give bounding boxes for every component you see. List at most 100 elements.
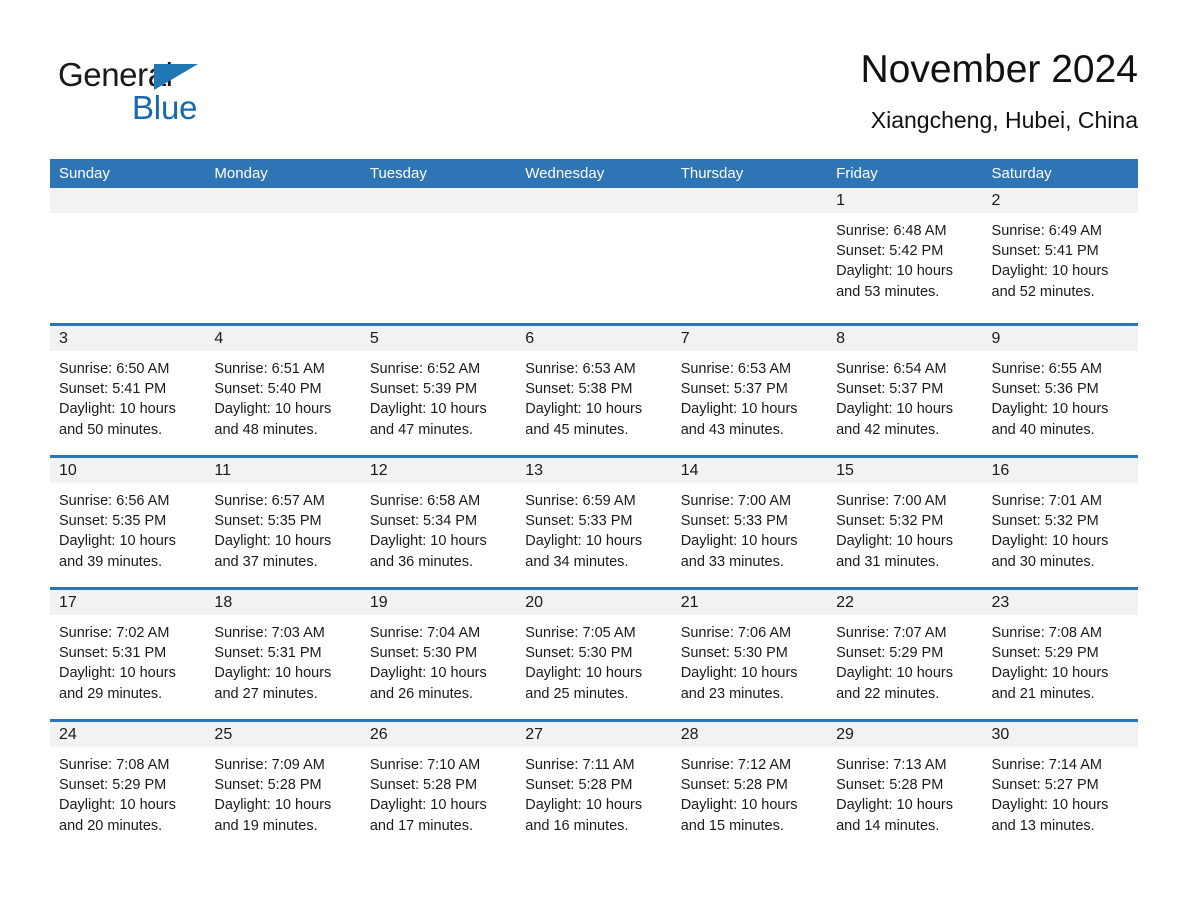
triangle-icon: [154, 64, 198, 90]
day-number: 16: [991, 462, 1010, 479]
day-number: 30: [991, 726, 1010, 743]
day-cell[interactable]: 17 Sunrise: 7:02 AM Sunset: 5:31 PM Dayligh…: [50, 590, 206, 719]
daylight-text-line1: Daylight: 10 hours: [836, 533, 953, 550]
daylight-text-line2: and 31 minutes.: [836, 553, 940, 570]
sunrise-text: Sunrise: 7:07 AM: [836, 625, 947, 641]
week-row: 10 Sunrise: 6:56 AM Sunset: 5:35 PM Dayligh…: [50, 455, 1138, 587]
day-cell[interactable]: 12 Sunrise: 6:58 AM Sunset: 5:34 PM Dayligh…: [360, 458, 517, 587]
day-number-band: [516, 188, 672, 213]
day-number: 9: [991, 330, 1001, 347]
day-cell[interactable]: 21 Sunrise: 7:06 AM Sunset: 5:30 PM Dayligh…: [671, 590, 828, 719]
day-cell[interactable]: 18 Sunrise: 7:03 AM Sunset: 5:31 PM Dayligh…: [205, 590, 361, 719]
day-cell-empty: [671, 188, 828, 323]
day-cell[interactable]: 24 Sunrise: 7:08 AM Sunset: 5:29 PM Dayligh…: [50, 722, 206, 851]
day-info: Sunrise: 7:13 AM Sunset: 5:28 PM Daylight:…: [827, 747, 982, 836]
day-cell[interactable]: 6 Sunrise: 6:53 AM Sunset: 5:38 PM Daylight…: [516, 326, 672, 455]
day-cell[interactable]: 5 Sunrise: 6:52 AM Sunset: 5:39 PM Daylight…: [360, 326, 517, 455]
day-cell[interactable]: 30 Sunrise: 7:14 AM Sunset: 5:27 PM Dayligh…: [982, 722, 1138, 851]
sunrise-text: Sunrise: 7:10 AM: [369, 757, 481, 773]
day-number-band: 28: [671, 722, 828, 747]
day-cell[interactable]: 4 Sunrise: 6:51 AM Sunset: 5:40 PM Daylight…: [205, 326, 361, 455]
sunset-text: Sunset: 5:37 PM: [836, 381, 944, 398]
day-number: 23: [991, 594, 1010, 611]
day-cell[interactable]: 7 Sunrise: 6:53 AM Sunset: 5:37 PM Daylight…: [671, 326, 828, 455]
daylight-text-line2: and 23 minutes.: [680, 685, 784, 702]
day-info: Sunrise: 6:56 AM Sunset: 5:35 PM Daylight:…: [50, 483, 205, 572]
day-cell[interactable]: 2 Sunrise: 6:49 AM Sunset: 5:41 PM Daylight…: [982, 188, 1138, 323]
day-cell[interactable]: 27 Sunrise: 7:11 AM Sunset: 5:28 PM Dayligh…: [516, 722, 672, 851]
sunset-text: Sunset: 5:29 PM: [59, 777, 167, 794]
sunrise-text: Sunrise: 7:00 AM: [836, 493, 947, 509]
sunrise-text: Sunrise: 6:48 AM: [836, 223, 947, 239]
sunrise-text: Sunrise: 6:57 AM: [214, 493, 325, 509]
day-cell[interactable]: 16 Sunrise: 7:01 AM Sunset: 5:32 PM Dayligh…: [982, 458, 1138, 587]
dow-monday: Monday: [214, 165, 268, 182]
general-blue-logo[interactable]: General Blue: [58, 56, 278, 132]
day-number-band: 5: [360, 326, 517, 351]
day-number-band: [360, 188, 517, 213]
day-cell[interactable]: 29 Sunrise: 7:13 AM Sunset: 5:28 PM Dayligh…: [827, 722, 983, 851]
day-info: Sunrise: 6:54 AM Sunset: 5:37 PM Daylight:…: [827, 351, 982, 440]
day-info: Sunrise: 7:03 AM Sunset: 5:31 PM Daylight:…: [205, 615, 360, 704]
sunrise-text: Sunrise: 7:06 AM: [680, 625, 792, 641]
day-info: Sunrise: 6:51 AM Sunset: 5:40 PM Daylight:…: [205, 351, 360, 440]
daylight-text-line2: and 40 minutes.: [991, 421, 1095, 438]
day-number-band: 29: [827, 722, 983, 747]
sunset-text: Sunset: 5:31 PM: [59, 645, 167, 662]
daylight-text-line2: and 26 minutes.: [369, 685, 474, 702]
sunrise-text: Sunrise: 6:49 AM: [991, 223, 1102, 239]
day-number-band: 17: [50, 590, 206, 615]
day-cell[interactable]: 25 Sunrise: 7:09 AM Sunset: 5:28 PM Dayligh…: [205, 722, 361, 851]
sunrise-text: Sunrise: 6:54 AM: [836, 361, 947, 377]
day-number-band: 2: [982, 188, 1138, 213]
sunrise-text: Sunrise: 7:11 AM: [525, 757, 635, 773]
day-cell[interactable]: 14 Sunrise: 7:00 AM Sunset: 5:33 PM Dayligh…: [671, 458, 828, 587]
day-cell[interactable]: 9 Sunrise: 6:55 AM Sunset: 5:36 PM Daylight…: [982, 326, 1138, 455]
day-number-band: [50, 188, 206, 213]
sunset-text: Sunset: 5:35 PM: [214, 513, 322, 530]
day-cell[interactable]: 26 Sunrise: 7:10 AM Sunset: 5:28 PM Dayligh…: [360, 722, 517, 851]
day-cell[interactable]: 3 Sunrise: 6:50 AM Sunset: 5:41 PM Daylight…: [50, 326, 206, 455]
day-number-band: 27: [516, 722, 672, 747]
calendar-grid: Sunday Monday Tuesday Wednesday Thursday…: [50, 159, 1138, 851]
sunrise-text: Sunrise: 7:08 AM: [991, 625, 1102, 641]
day-cell[interactable]: 8 Sunrise: 6:54 AM Sunset: 5:37 PM Daylight…: [827, 326, 983, 455]
day-number: 10: [59, 462, 77, 479]
sunset-text: Sunset: 5:32 PM: [836, 513, 944, 530]
day-cell[interactable]: 19 Sunrise: 7:04 AM Sunset: 5:30 PM Dayligh…: [360, 590, 517, 719]
day-cell[interactable]: 11 Sunrise: 6:57 AM Sunset: 5:35 PM Dayligh…: [205, 458, 361, 587]
sunset-text: Sunset: 5:40 PM: [214, 381, 322, 398]
day-info: Sunrise: 7:07 AM Sunset: 5:29 PM Daylight:…: [827, 615, 982, 704]
page-header: General Blue November 2024 Xiangcheng, H…: [50, 46, 1138, 146]
sunset-text: Sunset: 5:28 PM: [836, 777, 944, 794]
day-cell[interactable]: 1 Sunrise: 6:48 AM Sunset: 5:42 PM Daylight…: [827, 188, 983, 323]
sunset-text: Sunset: 5:36 PM: [991, 381, 1099, 398]
day-info: Sunrise: 7:05 AM Sunset: 5:30 PM Daylight:…: [516, 615, 671, 704]
day-cell[interactable]: 13 Sunrise: 6:59 AM Sunset: 5:33 PM Dayligh…: [516, 458, 672, 587]
day-info: Sunrise: 6:52 AM Sunset: 5:39 PM Daylight:…: [361, 351, 516, 440]
day-cell[interactable]: 20 Sunrise: 7:05 AM Sunset: 5:30 PM Dayligh…: [516, 590, 672, 719]
day-cell[interactable]: 28 Sunrise: 7:12 AM Sunset: 5:28 PM Dayligh…: [671, 722, 828, 851]
daylight-text-line1: Daylight: 10 hours: [525, 665, 643, 682]
day-cell[interactable]: 15 Sunrise: 7:00 AM Sunset: 5:32 PM Dayligh…: [827, 458, 983, 587]
sunset-text: Sunset: 5:41 PM: [991, 243, 1099, 260]
day-cell[interactable]: 10 Sunrise: 6:56 AM Sunset: 5:35 PM Dayligh…: [50, 458, 206, 587]
sunset-text: Sunset: 5:28 PM: [214, 777, 322, 794]
day-number-band: 7: [671, 326, 828, 351]
daylight-text-line2: and 22 minutes.: [836, 685, 940, 702]
day-info: Sunrise: 6:53 AM Sunset: 5:38 PM Daylight:…: [516, 351, 671, 440]
daylight-text-line2: and 36 minutes.: [369, 553, 474, 570]
day-cell[interactable]: 22 Sunrise: 7:07 AM Sunset: 5:29 PM Dayligh…: [827, 590, 983, 719]
day-number-band: 3: [50, 326, 206, 351]
day-info: Sunrise: 6:58 AM Sunset: 5:34 PM Daylight:…: [361, 483, 516, 572]
sunset-text: Sunset: 5:28 PM: [680, 777, 788, 794]
day-number: 18: [214, 594, 233, 611]
sunset-text: Sunset: 5:34 PM: [369, 513, 478, 530]
daylight-text-line2: and 43 minutes.: [680, 421, 784, 438]
sunrise-text: Sunrise: 6:55 AM: [991, 361, 1102, 377]
daylight-text-line1: Daylight: 10 hours: [369, 401, 487, 418]
daylight-text-line1: Daylight: 10 hours: [369, 797, 487, 814]
day-number: 2: [991, 192, 1001, 209]
day-cell[interactable]: 23 Sunrise: 7:08 AM Sunset: 5:29 PM Dayligh…: [982, 590, 1138, 719]
sunset-text: Sunset: 5:42 PM: [836, 243, 944, 260]
